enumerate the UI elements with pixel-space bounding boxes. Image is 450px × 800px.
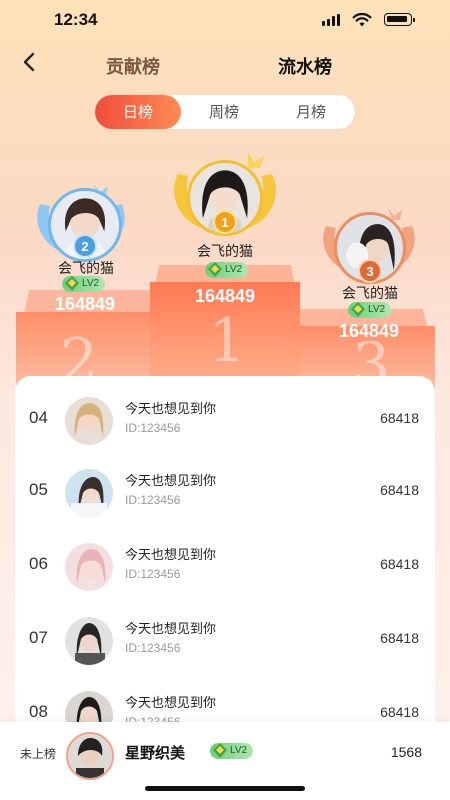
- podium-number-1: 1: [208, 306, 247, 376]
- my-avatar[interactable]: [66, 732, 114, 780]
- level-text: LV2: [225, 264, 243, 275]
- list-rank: 06: [29, 554, 48, 573]
- list-name: 今天也想见到你: [125, 474, 217, 489]
- svg-text:3: 3: [366, 264, 373, 279]
- level-badge-2: LV2: [62, 276, 106, 292]
- rank-2-badge-icon: 2: [73, 234, 97, 258]
- avatar: [65, 397, 113, 445]
- list-item[interactable]: 07 今天也想见到你 ID:123456 68418: [15, 604, 435, 676]
- level-text: LV2: [230, 745, 248, 756]
- list-id: ID:123456: [125, 641, 181, 655]
- level-star-icon: [208, 262, 222, 277]
- list-rank: 08: [29, 702, 48, 721]
- list-score: 68418: [380, 410, 419, 426]
- my-score: 1568: [390, 744, 422, 760]
- list-item[interactable]: 04 今天也想见到你 ID:123456 68418: [15, 384, 435, 456]
- list-name: 今天也想见到你: [125, 696, 217, 711]
- list-id: ID:123456: [125, 493, 181, 507]
- list-rank: 04: [29, 408, 48, 427]
- list-rank: 07: [29, 628, 48, 647]
- list-item[interactable]: 06 今天也想见到你 ID:123456 68418: [15, 530, 435, 602]
- home-indicator: [145, 786, 305, 791]
- list-item[interactable]: 05 今天也想见到你 ID:123456 68418: [15, 456, 435, 528]
- ranking-list: 04 今天也想见到你 ID:123456 68418 05 今天也想见到你 ID…: [15, 376, 435, 736]
- level-star-icon: [351, 302, 365, 317]
- svg-text:1: 1: [221, 215, 228, 230]
- list-score: 68418: [380, 556, 419, 572]
- avatar: [65, 617, 113, 665]
- list-name: 今天也想见到你: [125, 402, 217, 417]
- list-rank: 05: [29, 480, 48, 499]
- avatar: [65, 469, 113, 517]
- level-badge-3: LV2: [348, 302, 392, 318]
- podium-score-2: 164849: [54, 294, 116, 314]
- avatar: [65, 543, 113, 591]
- podium-name-1: 会飞的猫: [197, 244, 253, 260]
- level-star-icon: [65, 276, 79, 291]
- list-score: 68418: [380, 704, 419, 720]
- level-text: LV2: [82, 278, 100, 289]
- podium-name-3: 会飞的猫: [342, 286, 398, 302]
- list-score: 68418: [380, 630, 419, 646]
- podium-score-1: 164849: [194, 286, 256, 306]
- my-rank-label: 未上榜: [20, 747, 57, 761]
- my-name: 星野织美: [125, 744, 186, 762]
- level-star-icon: [213, 743, 227, 758]
- svg-text:2: 2: [81, 239, 88, 254]
- list-id: ID:123456: [125, 421, 181, 435]
- level-badge-1: LV2: [205, 262, 249, 278]
- level-text: LV2: [368, 304, 386, 315]
- rank-3-badge-icon: 3: [358, 259, 382, 283]
- podium: 2 3 1 2 会飞的猫 LV2 164849 1 会飞的猫 LV2 16484…: [0, 0, 450, 422]
- my-level-badge: LV2: [210, 743, 254, 759]
- list-id: ID:123456: [125, 567, 181, 581]
- list-name: 今天也想见到你: [125, 548, 217, 563]
- list-name: 今天也想见到你: [125, 622, 217, 637]
- podium-name-2: 会飞的猫: [58, 261, 114, 277]
- list-score: 68418: [380, 482, 419, 498]
- rank-1-badge-icon: 1: [213, 210, 237, 234]
- podium-score-3: 164849: [338, 321, 400, 341]
